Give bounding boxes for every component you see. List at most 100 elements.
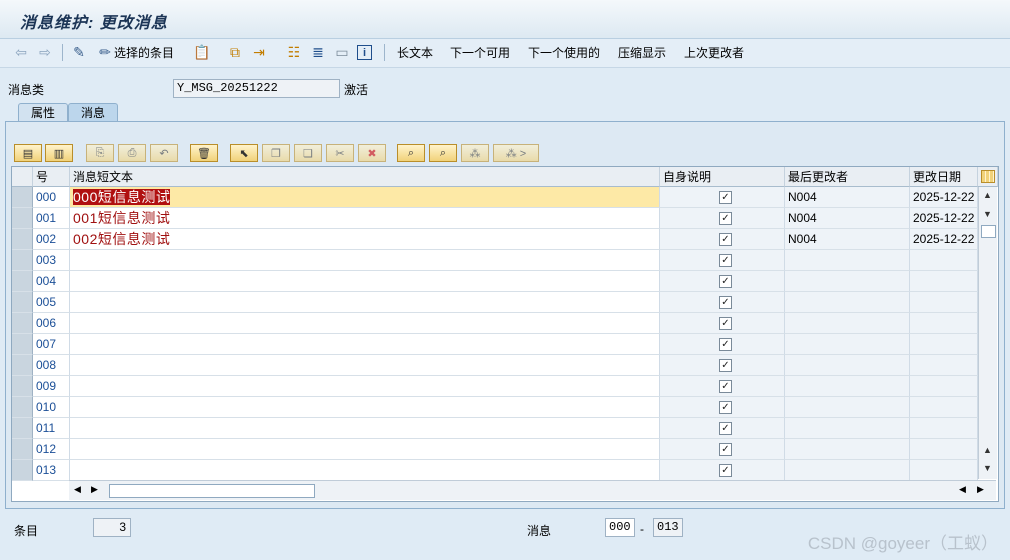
table-row[interactable]: 001 001短信息测试 ✓ N004 2025-12-22 (12, 208, 978, 229)
table-settings-icon[interactable] (978, 167, 998, 187)
scroll-down-icon[interactable]: ▼ (983, 463, 992, 473)
row-selector[interactable] (12, 376, 33, 397)
message-text-cell[interactable] (70, 376, 660, 397)
message-short-text[interactable]: 001短信息测试 (73, 210, 170, 226)
row-selector[interactable] (12, 439, 33, 460)
table-row[interactable]: 004 ✓ (12, 271, 978, 292)
row-selector[interactable] (12, 229, 33, 250)
export-icon[interactable]: ⇥ (250, 43, 268, 61)
table-row[interactable]: 006 ✓ (12, 313, 978, 334)
column-header-short-text[interactable]: 消息短文本 (70, 167, 660, 187)
display-change-icon[interactable]: ✎ (70, 43, 88, 61)
row-selector[interactable] (12, 397, 33, 418)
find-next-icon[interactable]: ⌕ (429, 144, 457, 162)
message-class-field[interactable]: Y_MSG_20251222 (173, 79, 340, 98)
table-row[interactable]: 007 ✓ (12, 334, 978, 355)
row-selector[interactable] (12, 250, 33, 271)
self-explanatory-checkbox[interactable]: ✓ (719, 338, 732, 351)
copy-icon[interactable]: ❐ (262, 144, 290, 162)
vertical-scrollbar[interactable]: ▲ ▼ ▲ ▼ (978, 187, 997, 479)
align-icon[interactable]: ≣ (309, 43, 327, 61)
message-text-cell[interactable] (70, 292, 660, 313)
message-from-field[interactable]: 000 (605, 518, 635, 537)
hierarchy-icon[interactable]: ⧉ (226, 43, 244, 61)
message-text-cell[interactable]: 002短信息测试 (70, 229, 660, 250)
long-text-button[interactable]: 长文本 (397, 43, 433, 63)
scroll-right-icon[interactable]: ▶ (91, 484, 98, 495)
undo-icon[interactable]: ↶ (150, 144, 178, 162)
table-row[interactable]: 009 ✓ (12, 376, 978, 397)
next-used-button[interactable]: 下一个使用的 (528, 43, 600, 63)
self-explanatory-checkbox[interactable]: ✓ (719, 317, 732, 330)
table-row[interactable]: 012 ✓ (12, 439, 978, 460)
message-text-cell[interactable] (70, 355, 660, 376)
self-explanatory-checkbox[interactable]: ✓ (719, 296, 732, 309)
table-row[interactable]: 010 ✓ (12, 397, 978, 418)
column-header-number[interactable]: 号 (33, 167, 70, 187)
table-row[interactable]: 005 ✓ (12, 292, 978, 313)
scroll-left-icon[interactable]: ◀ (74, 484, 81, 495)
cancel-icon[interactable]: ✖ (358, 144, 386, 162)
row-selector[interactable] (12, 271, 33, 292)
message-to-field[interactable]: 013 (653, 518, 683, 537)
row-selector[interactable] (12, 208, 33, 229)
pencil-icon[interactable]: ✏ (96, 43, 114, 61)
expand-icon[interactable]: ⁂ (461, 144, 489, 162)
message-text-cell[interactable] (70, 460, 660, 481)
self-explanatory-checkbox[interactable]: ✓ (719, 380, 732, 393)
message-text-cell[interactable] (70, 313, 660, 334)
self-explanatory-checkbox[interactable]: ✓ (719, 191, 732, 204)
clipboard-icon[interactable]: 📋 (193, 43, 211, 61)
message-text-cell[interactable] (70, 418, 660, 439)
scroll-thumb[interactable] (109, 484, 315, 498)
self-explanatory-checkbox[interactable]: ✓ (719, 443, 732, 456)
message-text-cell[interactable] (70, 397, 660, 418)
tab-messages[interactable]: 消息 (68, 103, 118, 123)
last-changer-button[interactable]: 上次更改者 (684, 43, 744, 63)
message-text-cell[interactable] (70, 271, 660, 292)
forward-arrow-icon[interactable]: ⇨ (36, 43, 54, 61)
table-row[interactable]: 002 002短信息测试 ✓ N004 2025-12-22 (12, 229, 978, 250)
self-explanatory-checkbox[interactable]: ✓ (719, 422, 732, 435)
more-options-icon[interactable]: ⁂ > (493, 144, 539, 162)
scissors-icon[interactable]: ✂ (326, 144, 354, 162)
compress-display-button[interactable]: 压缩显示 (618, 43, 666, 63)
message-short-text[interactable]: 002短信息测试 (73, 231, 170, 247)
self-explanatory-checkbox[interactable]: ✓ (719, 401, 732, 414)
scroll-right-icon[interactable]: ▶ (977, 484, 984, 495)
scroll-down-icon[interactable]: ▼ (983, 209, 992, 219)
row-selector[interactable] (12, 418, 33, 439)
column-header-change-date[interactable]: 更改日期 (910, 167, 978, 187)
row-selector[interactable] (12, 460, 33, 481)
next-available-button[interactable]: 下一个可用 (450, 43, 510, 63)
back-arrow-icon[interactable]: ⇦ (12, 43, 30, 61)
row-selector[interactable] (12, 313, 33, 334)
copy-row-icon[interactable]: ⎙ (118, 144, 146, 162)
insert-row-icon[interactable]: ⎘ (86, 144, 114, 162)
tree-icon[interactable]: ☷ (285, 43, 303, 61)
deselect-all-icon[interactable]: ▥ (45, 144, 73, 162)
paste-icon[interactable]: ❏ (294, 144, 322, 162)
self-explanatory-checkbox[interactable]: ✓ (719, 359, 732, 372)
row-selector[interactable] (12, 292, 33, 313)
row-selector[interactable] (12, 334, 33, 355)
delete-icon[interactable]: 🗑 (190, 144, 218, 162)
self-explanatory-checkbox[interactable]: ✓ (719, 233, 732, 246)
table-row[interactable]: 008 ✓ (12, 355, 978, 376)
info-icon[interactable]: i (357, 45, 372, 60)
message-text-cell[interactable]: 000短信息测试 (70, 187, 660, 208)
scroll-left-icon[interactable]: ◀ (959, 484, 966, 495)
table-row[interactable]: 011 ✓ (12, 418, 978, 439)
select-entries-button[interactable]: 选择的条目 (114, 43, 174, 63)
message-text-cell[interactable]: 001短信息测试 (70, 208, 660, 229)
row-selector[interactable] (12, 355, 33, 376)
self-explanatory-checkbox[interactable]: ✓ (719, 212, 732, 225)
scroll-up-icon[interactable]: ▲ (983, 445, 992, 455)
table-row[interactable]: 000 000短信息测试 ✓ N004 2025-12-22 (12, 187, 978, 208)
tab-attributes[interactable]: 属性 (18, 103, 68, 123)
column-header-last-changer[interactable]: 最后更改者 (785, 167, 910, 187)
find-icon[interactable]: ⌕ (397, 144, 425, 162)
message-short-text[interactable]: 000短信息测试 (73, 189, 171, 205)
select-all-icon[interactable]: ▤ (14, 144, 42, 162)
layout-icon[interactable]: ▭ (333, 43, 351, 61)
